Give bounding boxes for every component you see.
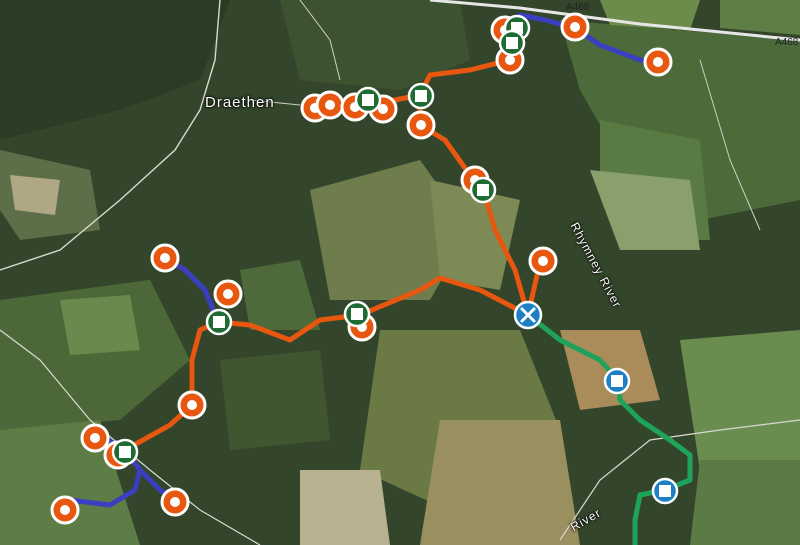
x-marker-icon[interactable]	[513, 300, 543, 330]
circle-marker-icon[interactable]	[560, 12, 590, 42]
circle-marker-icon[interactable]	[528, 246, 558, 276]
square-marker-icon[interactable]	[407, 82, 435, 110]
circle-marker-icon[interactable]	[177, 390, 207, 420]
circle-marker-icon[interactable]	[160, 487, 190, 517]
map-view[interactable]: Draethen Rhymney River River A468 A468	[0, 0, 800, 545]
circle-marker-icon[interactable]	[50, 495, 80, 525]
road-label-a468-east: A468	[775, 37, 799, 48]
square-marker-icon[interactable]	[343, 300, 371, 328]
square-marker-icon[interactable]	[111, 438, 139, 466]
circle-marker-icon[interactable]	[643, 47, 673, 77]
circle-marker-icon[interactable]	[150, 243, 180, 273]
road-label-a468: A468	[566, 2, 590, 13]
circle-marker-icon[interactable]	[315, 90, 345, 120]
map-canvas	[0, 0, 800, 545]
square-marker-icon[interactable]	[469, 176, 497, 204]
square-marker-icon[interactable]	[205, 308, 233, 336]
circle-marker-icon[interactable]	[406, 110, 436, 140]
circle-marker-icon[interactable]	[213, 279, 243, 309]
square-marker-icon[interactable]	[651, 477, 679, 505]
square-marker-icon[interactable]	[603, 367, 631, 395]
village-label: Draethen	[205, 94, 275, 111]
square-marker-icon[interactable]	[354, 86, 382, 114]
square-marker-icon[interactable]	[498, 29, 526, 57]
circle-marker-icon[interactable]	[80, 423, 110, 453]
